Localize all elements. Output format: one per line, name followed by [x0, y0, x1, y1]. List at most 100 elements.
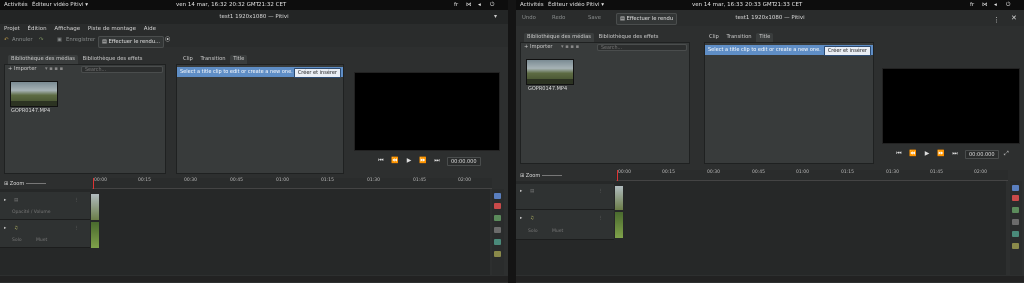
timecode-field-right[interactable]: 00:00.000: [965, 150, 999, 159]
close-window-icon[interactable]: ✕: [1011, 10, 1017, 26]
clock-right[interactable]: ven 14 mar, 16:33: [692, 0, 743, 10]
tab-clip-right[interactable]: Clip: [706, 33, 722, 42]
zoom-slider[interactable]: [25, 183, 46, 184]
split-icon-right[interactable]: [1012, 185, 1019, 191]
activities-button[interactable]: Activités: [4, 0, 28, 10]
language-indicator[interactable]: fr: [454, 0, 458, 10]
activities-button-right[interactable]: Activités: [520, 0, 544, 10]
tab-transition[interactable]: Transition: [197, 55, 228, 64]
rewind-icon[interactable]: ⏪: [388, 156, 402, 166]
library-tools-icon[interactable]: ▾ ▪ ▪ ▪: [45, 65, 63, 74]
ungroup-icon[interactable]: [494, 227, 501, 233]
hamburger-menu-icon[interactable]: ⋮: [993, 12, 1000, 28]
clock[interactable]: ven 14 mar, 16:32: [176, 0, 227, 10]
video-clip[interactable]: [91, 194, 99, 220]
volume-icon-right[interactable]: ◂: [994, 0, 997, 10]
undo-icon[interactable]: ↶: [4, 34, 8, 47]
tab-media-library-right[interactable]: Bibliothèque des médias: [524, 33, 594, 42]
timeline-ruler[interactable]: 00:00 00:15 00:30 00:45 01:00 01:15 01:3…: [92, 178, 492, 189]
goto-start-icon-right[interactable]: ⏮: [892, 149, 906, 159]
align-icon[interactable]: [494, 239, 501, 245]
tab-effects-library[interactable]: Bibliothèque des effets: [80, 55, 146, 64]
tab-transition-right[interactable]: Transition: [723, 33, 754, 42]
delete-icon-right[interactable]: [1012, 195, 1019, 201]
power-icon[interactable]: ⏻: [490, 0, 494, 10]
power-icon-right[interactable]: ⏻: [1006, 0, 1010, 10]
timeline-ruler-right[interactable]: 00:00 00:15 00:30 00:45 01:00 01:15 01:3…: [616, 170, 1008, 181]
volume-icon[interactable]: ◂: [478, 0, 481, 10]
clock-cet: 21:32 CET: [258, 2, 287, 8]
tab-clip[interactable]: Clip: [180, 55, 196, 64]
wifi-icon-right[interactable]: ⋈: [982, 0, 988, 10]
timeline-scrollbar-right[interactable]: [516, 276, 1024, 282]
window-menu-icon[interactable]: ▾: [494, 13, 497, 20]
language-indicator-right[interactable]: fr: [970, 0, 974, 10]
audio-solo-label-right[interactable]: Solo: [528, 229, 538, 234]
audio-layer-expander-icon[interactable]: ▸: [4, 226, 6, 231]
menu-piste[interactable]: Piste de montage: [88, 26, 136, 32]
layer-expander-icon-right[interactable]: ▸: [520, 189, 522, 194]
import-button-right[interactable]: + Importer: [524, 43, 553, 52]
layer-menu-icon-right[interactable]: ⋮: [598, 189, 603, 194]
play-icon-right[interactable]: ▶: [920, 149, 934, 159]
undo-button[interactable]: Annuler: [12, 34, 33, 47]
audio-solo-label[interactable]: Solo: [12, 238, 22, 243]
video-clip-right[interactable]: [615, 186, 623, 210]
audio-layer-expander-icon-right[interactable]: ▸: [520, 216, 522, 221]
tab-title[interactable]: Title: [230, 55, 248, 64]
audio-layer-menu-icon-right[interactable]: ⋮: [598, 216, 603, 221]
audio-clip[interactable]: [91, 222, 99, 248]
library-search-input[interactable]: Search...: [81, 66, 163, 73]
timeline-area[interactable]: ▸ ▤ ⋮ Opacité / Volume ▸ ♫ ⋮ Solo Muet: [0, 189, 490, 275]
create-insert-button[interactable]: Créer et insérer: [293, 68, 341, 78]
group-icon-right[interactable]: [1012, 207, 1019, 213]
audio-mute-label[interactable]: Muet: [36, 238, 47, 243]
audio-layer-menu-icon[interactable]: ⋮: [74, 226, 79, 231]
create-insert-button-right[interactable]: Créer et insérer: [823, 46, 871, 56]
timecode-field[interactable]: 00:00.000: [447, 157, 481, 166]
goto-end-icon-right[interactable]: ⏭: [948, 149, 962, 159]
app-menu-right[interactable]: Éditeur vidéo Pitivi ▾: [548, 0, 604, 10]
menu-aide[interactable]: Aide: [144, 26, 156, 32]
menu-affichage[interactable]: Affichage: [54, 26, 80, 32]
forward-icon-right[interactable]: ⏩: [934, 149, 948, 159]
align-icon-right[interactable]: [1012, 231, 1019, 237]
timeline-scrollbar[interactable]: [0, 276, 508, 282]
import-button[interactable]: + Importer: [8, 65, 37, 74]
tab-media-library[interactable]: Bibliothèque des médias: [8, 55, 78, 64]
snap-icon[interactable]: [494, 251, 501, 257]
fullscreen-icon[interactable]: ⦿: [165, 34, 170, 47]
library-tools-icon-right[interactable]: ▾ ▪ ▪ ▪: [561, 43, 579, 52]
detach-viewer-icon[interactable]: ⤢: [1004, 150, 1009, 158]
menu-edition[interactable]: Édition: [28, 26, 47, 32]
save-icon[interactable]: ▣: [57, 34, 62, 47]
wifi-icon[interactable]: ⋈: [466, 0, 472, 10]
delete-icon[interactable]: [494, 203, 501, 209]
library-search-input-right[interactable]: Search...: [597, 44, 687, 51]
app-menu[interactable]: Éditeur vidéo Pitivi ▾: [32, 0, 88, 10]
tab-effects-library-right[interactable]: Bibliothèque des effets: [596, 33, 662, 42]
zoom-slider-right[interactable]: [541, 175, 562, 176]
layer-expander-icon[interactable]: ▸: [4, 198, 6, 203]
timeline-area-right[interactable]: ▸ ▤ ⋮ ▸ ♫ ⋮ Solo Muet: [516, 181, 1006, 275]
ungroup-icon-right[interactable]: [1012, 219, 1019, 225]
play-icon[interactable]: ▶: [402, 156, 416, 166]
save-button[interactable]: Enregistrer: [66, 34, 95, 47]
clip-thumbnail-right[interactable]: [526, 59, 574, 85]
snap-icon-right[interactable]: [1012, 243, 1019, 249]
rewind-icon-right[interactable]: ⏪: [906, 149, 920, 159]
redo-icon[interactable]: ↷: [39, 34, 43, 47]
audio-mute-label-right[interactable]: Muet: [552, 229, 563, 234]
layer-menu-icon[interactable]: ⋮: [74, 198, 79, 203]
group-icon[interactable]: [494, 215, 501, 221]
tab-title-right[interactable]: Title: [756, 33, 774, 42]
audio-clip-right[interactable]: [615, 212, 623, 238]
goto-start-icon[interactable]: ⏮: [374, 156, 388, 166]
menu-projet[interactable]: Projet: [4, 26, 20, 32]
clip-thumbnail[interactable]: [10, 81, 58, 107]
split-icon[interactable]: [494, 193, 501, 199]
forward-icon[interactable]: ⏩: [416, 156, 430, 166]
render-button[interactable]: ▤ Effectuer le rendu...: [98, 35, 165, 48]
goto-end-icon[interactable]: ⏭: [430, 156, 444, 166]
audio-track-icon-right: ♫: [530, 216, 535, 221]
